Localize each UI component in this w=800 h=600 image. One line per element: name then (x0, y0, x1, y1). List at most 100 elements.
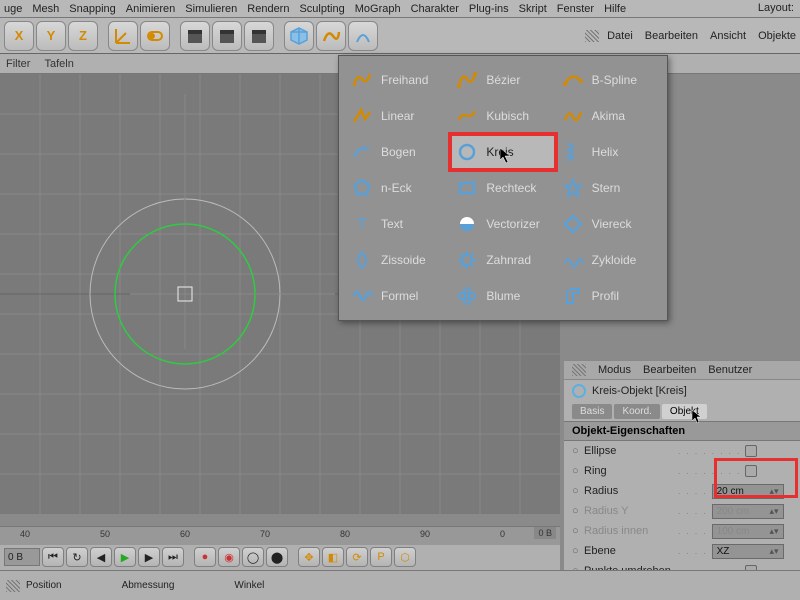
clapper2-icon[interactable] (212, 21, 242, 51)
clapper3-icon[interactable] (244, 21, 274, 51)
spline-item-circle[interactable]: Kreis (450, 134, 555, 170)
autokey-button[interactable]: ◯ (242, 547, 264, 567)
key-button[interactable]: ◉ (218, 547, 240, 567)
spline-item-star[interactable]: Stern (556, 170, 661, 206)
spline-button[interactable] (316, 21, 346, 51)
subbar-item[interactable]: Filter (6, 58, 30, 70)
prev-frame-button[interactable]: ◀ (90, 547, 112, 567)
spline-item-text[interactable]: TText (345, 206, 450, 242)
timeline-ruler[interactable]: 40 50 60 70 80 90 0 0 B (0, 527, 560, 545)
panel-menu-item[interactable]: Bearbeiten (645, 30, 698, 42)
menu-item[interactable]: Charakter (411, 3, 459, 15)
key-opts-button[interactable]: ⬤ (266, 547, 288, 567)
akima-icon (562, 105, 584, 127)
spline-item-gear[interactable]: Zahnrad (450, 242, 555, 278)
prop-radius-innen: ○Radius innen. . . .100 cm▴▾ (564, 521, 800, 541)
spline-item-quad[interactable]: Viereck (556, 206, 661, 242)
play-button[interactable]: ▶ (114, 547, 136, 567)
cube-icon[interactable]: ◧ (322, 547, 344, 567)
spline-item-label: Zissoide (381, 253, 426, 267)
quad-icon (562, 213, 584, 235)
panel-menu-item[interactable]: Datei (607, 30, 633, 42)
frame-field[interactable]: 0 B (4, 548, 40, 566)
prop-ellipse: ○Ellipse. . . . . . . . (564, 441, 800, 461)
playback-controls: 0 B ⏮ ↻ ◀ ▶ ▶ ⏭ ● ◉ ◯ ⬤ ✥ ◧ ⟳ P ⬡ (0, 545, 560, 569)
spline-item-cissoid[interactable]: Zissoide (345, 242, 450, 278)
spline-item-akima[interactable]: Akima (556, 98, 661, 134)
menu-item[interactable]: Plug-ins (469, 3, 509, 15)
spline-item-rect[interactable]: Rechteck (450, 170, 555, 206)
spline-item-flower[interactable]: Blume (450, 278, 555, 314)
toggle-button[interactable] (140, 21, 170, 51)
subbar-item[interactable]: Tafeln (44, 58, 73, 70)
goto-start-button[interactable]: ⏮ (42, 547, 64, 567)
nurbs-button[interactable] (348, 21, 378, 51)
value-field[interactable]: 200 cm▴▾ (712, 504, 784, 519)
angle-label: Winkel (234, 580, 264, 591)
coord-button[interactable] (108, 21, 138, 51)
frame-indicator: 0 B (534, 527, 556, 539)
pla-icon[interactable]: ⬡ (394, 547, 416, 567)
goto-end-button[interactable]: ⏭ (162, 547, 184, 567)
panel-menu-item[interactable]: Objekte (758, 30, 796, 42)
spline-item-linear[interactable]: Linear (345, 98, 450, 134)
menu-item[interactable]: Animieren (126, 3, 176, 15)
axis-x-button[interactable]: X (4, 21, 34, 51)
profile-icon (562, 285, 584, 307)
param-icon[interactable]: P (370, 547, 392, 567)
panel-menu-item[interactable]: Ansicht (710, 30, 746, 42)
record-button[interactable]: ● (194, 547, 216, 567)
spline-item-helix[interactable]: Helix (556, 134, 661, 170)
move-icon[interactable]: ✥ (298, 547, 320, 567)
spline-item-profile[interactable]: Profil (556, 278, 661, 314)
spline-item-label: Linear (381, 109, 414, 123)
menu-item[interactable]: Mesh (32, 3, 59, 15)
menu-item[interactable]: Simulieren (185, 3, 237, 15)
cube-primitive-button[interactable] (284, 21, 314, 51)
tab-objekt[interactable]: Objekt (662, 404, 707, 419)
spline-item-label: Zahnrad (486, 253, 531, 267)
axis-y-button[interactable]: Y (36, 21, 66, 51)
prop-ebene: ○Ebene. . . .XZ▴▾ (564, 541, 800, 561)
spline-item-cubic[interactable]: Kubisch (450, 98, 555, 134)
attr-menu-item[interactable]: Bearbeiten (643, 364, 696, 376)
spline-item-formula[interactable]: Formel (345, 278, 450, 314)
helix-icon (562, 141, 584, 163)
menu-item[interactable]: Sculpting (299, 3, 344, 15)
menu-item[interactable]: uge (4, 3, 22, 15)
rot-icon[interactable]: ⟳ (346, 547, 368, 567)
spline-item-bezier[interactable]: Bézier (450, 62, 555, 98)
checkbox[interactable] (745, 465, 757, 477)
spline-item-arc[interactable]: Bogen (345, 134, 450, 170)
menu-item[interactable]: Fenster (557, 3, 594, 15)
spline-item-vectorizer[interactable]: Vectorizer (450, 206, 555, 242)
spline-item-bspline[interactable]: B-Spline (556, 62, 661, 98)
clapper1-icon[interactable] (180, 21, 210, 51)
spline-item-cycloid[interactable]: Zykloide (556, 242, 661, 278)
spline-item-label: Text (381, 217, 403, 231)
menu-item[interactable]: Skript (519, 3, 547, 15)
menu-item[interactable]: Rendern (247, 3, 289, 15)
main-toolbar: X Y Z Datei Bearbeiten Ansicht Objekte (0, 18, 800, 54)
spline-item-polygon[interactable]: n-Eck (345, 170, 450, 206)
grip-icon[interactable] (572, 364, 586, 376)
linear-icon (351, 105, 373, 127)
menu-item[interactable]: Snapping (69, 3, 116, 15)
axis-z-button[interactable]: Z (68, 21, 98, 51)
spline-item-freehand[interactable]: Freihand (345, 62, 450, 98)
loop-button[interactable]: ↻ (66, 547, 88, 567)
main-menubar[interactable]: uge Mesh Snapping Animieren Simulieren R… (0, 0, 800, 18)
menu-item[interactable]: Hilfe (604, 3, 626, 15)
tab-koord[interactable]: Koord. (614, 404, 659, 419)
prop-label: Ebene (584, 545, 674, 557)
value-field[interactable]: 20 cm▴▾ (712, 484, 784, 499)
value-field[interactable]: XZ▴▾ (712, 544, 784, 559)
grip-icon[interactable] (6, 580, 20, 592)
attr-menu-item[interactable]: Benutzer (708, 364, 752, 376)
checkbox[interactable] (745, 445, 757, 457)
next-frame-button[interactable]: ▶ (138, 547, 160, 567)
attr-menu-item[interactable]: Modus (598, 364, 631, 376)
tab-basis[interactable]: Basis (572, 404, 612, 419)
menu-item[interactable]: MoGraph (355, 3, 401, 15)
value-field[interactable]: 100 cm▴▾ (712, 524, 784, 539)
